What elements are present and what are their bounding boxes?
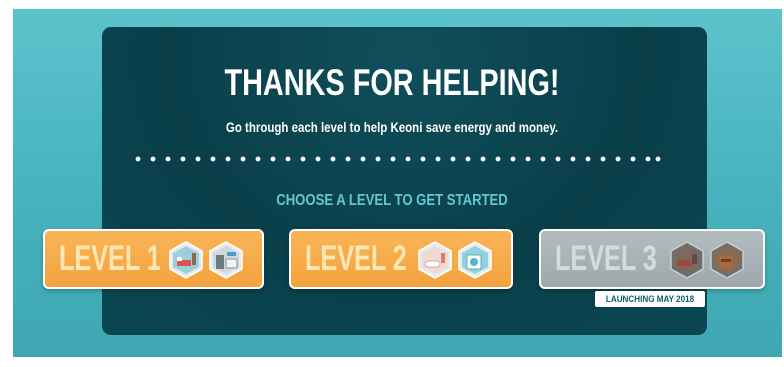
bedroom-icon bbox=[169, 241, 203, 279]
bathroom-icon bbox=[418, 241, 452, 279]
living-room-icon bbox=[670, 241, 704, 279]
level-3-button[interactable]: LEVEL 3 bbox=[539, 229, 765, 289]
level-1-label: LEVEL 1 bbox=[59, 239, 161, 278]
level-2-label: LEVEL 2 bbox=[305, 239, 407, 278]
level-2-button[interactable]: LEVEL 2 bbox=[289, 229, 513, 289]
kitchen-icon bbox=[209, 241, 243, 279]
launch-date-badge: LAUNCHING MAY 2018 bbox=[595, 291, 705, 307]
laundry-icon bbox=[458, 241, 492, 279]
level-1-button[interactable]: LEVEL 1 bbox=[43, 229, 264, 289]
level-3-label: LEVEL 3 bbox=[555, 239, 657, 278]
garage-icon bbox=[710, 241, 744, 279]
choose-level-prompt: CHOOSE A LEVEL TO GET STARTED bbox=[276, 192, 508, 209]
dotted-divider bbox=[135, 156, 661, 162]
page-title: THANKS FOR HELPING! bbox=[224, 62, 560, 103]
page-subtitle: Go through each level to help Keoni save… bbox=[225, 119, 559, 135]
